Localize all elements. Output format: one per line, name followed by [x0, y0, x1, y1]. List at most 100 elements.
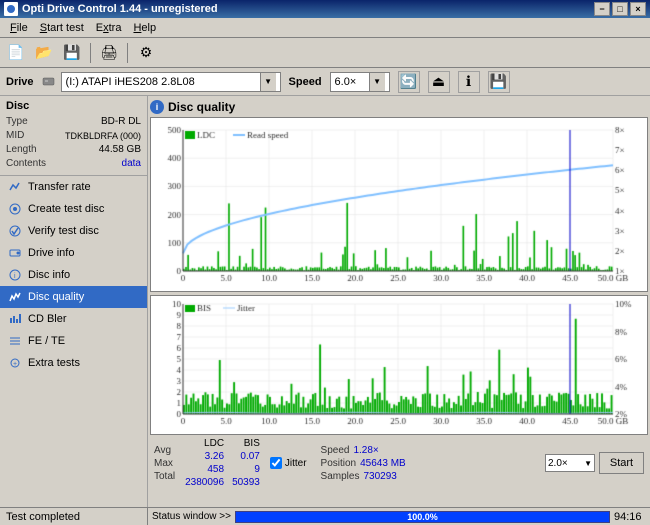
- disc-mid-row: MID TDKBLDRFA (000): [6, 129, 141, 143]
- cd-bler-icon: [8, 312, 22, 326]
- menu-extra[interactable]: Extra: [90, 20, 128, 36]
- info-button[interactable]: ℹ: [458, 71, 480, 93]
- refresh-button[interactable]: 🔄: [398, 71, 420, 93]
- disc-type-row: Type BD-R DL: [6, 115, 141, 129]
- transfer-rate-icon: [8, 180, 22, 194]
- sidebar-item-extra-tests[interactable]: + Extra tests: [0, 352, 147, 374]
- toolbar-open[interactable]: 📂: [32, 42, 56, 64]
- drive-info-icon: [8, 246, 22, 260]
- drive-selector[interactable]: (I:) ATAPI iHES208 2.8L08 ▼: [42, 72, 281, 92]
- disc-mid-label: MID: [6, 129, 24, 143]
- sidebar-label-fe-te: FE / TE: [28, 335, 65, 347]
- sidebar-item-cd-bler[interactable]: CD Bler: [0, 308, 147, 330]
- zoom-combo[interactable]: 2.0× ▼: [545, 454, 595, 472]
- chart-title: Disc quality: [168, 100, 235, 114]
- speed-position-col: Speed 1.28× Position 45643 MB Samples 73…: [321, 445, 406, 482]
- jitter-label: Jitter: [285, 458, 307, 469]
- disc-length-label: Length: [6, 143, 37, 157]
- toolbar-new[interactable]: 📄: [4, 42, 28, 64]
- sidebar-item-fe-te[interactable]: FE / TE: [0, 330, 147, 352]
- upper-chart: [150, 117, 648, 292]
- drive-value: (I:) ATAPI iHES208 2.8L08: [66, 76, 195, 88]
- window-controls: − □ ×: [594, 2, 646, 16]
- sidebar-item-transfer-rate[interactable]: Transfer rate: [0, 176, 147, 198]
- create-test-disc-icon: [8, 202, 22, 216]
- menu-file[interactable]: File: [4, 20, 34, 36]
- svg-text:i: i: [14, 273, 16, 280]
- disc-type-label: Type: [6, 115, 28, 129]
- window-title: Opti Drive Control 1.44 - unregistered: [22, 3, 218, 15]
- sidebar: Disc Type BD-R DL MID TDKBLDRFA (000) Le…: [0, 96, 148, 507]
- jitter-checkbox[interactable]: [270, 457, 282, 469]
- toolbar-separator: [90, 43, 91, 63]
- ldc-header: LDC: [204, 438, 224, 449]
- toolbar-separator2: [127, 43, 128, 63]
- bis-values: BIS 0.07 9 50393: [232, 438, 260, 488]
- toolbar-save[interactable]: 💾: [60, 42, 84, 64]
- speed-combo[interactable]: 6.0× ▼: [330, 72, 390, 92]
- stats-area: Avg Max Total LDC 3.26 458 2380096 BIS 0…: [150, 435, 648, 491]
- disc-contents-value[interactable]: data: [122, 157, 141, 171]
- speed-value: 6.0×: [335, 76, 357, 88]
- close-button[interactable]: ×: [630, 2, 646, 16]
- fe-te-icon: [8, 334, 22, 348]
- sidebar-label-extra-tests: Extra tests: [28, 357, 80, 369]
- sidebar-label-disc-quality: Disc quality: [28, 291, 84, 303]
- extra-tests-icon: +: [8, 356, 22, 370]
- zoom-value: 2.0×: [548, 458, 568, 469]
- menu-start-test[interactable]: Start test: [34, 20, 90, 36]
- stats-avg-label: Avg: [154, 445, 175, 456]
- sidebar-label-drive-info: Drive info: [28, 247, 74, 259]
- sidebar-item-verify-test-disc[interactable]: Verify test disc: [0, 220, 147, 242]
- ldc-total-value: 2380096: [185, 477, 224, 488]
- drive-combo-arrow[interactable]: ▼: [260, 73, 276, 91]
- sidebar-label-cd-bler: CD Bler: [28, 313, 67, 325]
- sidebar-label-create-test-disc: Create test disc: [28, 203, 104, 215]
- speed-combo-arrow[interactable]: ▼: [369, 73, 385, 91]
- test-completed-text: Test completed: [6, 511, 80, 523]
- disc-section-title: Disc: [6, 100, 141, 112]
- disc-mid-value: TDKBLDRFA (000): [65, 129, 141, 143]
- menu-bar: File Start test Extra Help: [0, 18, 650, 38]
- bis-avg-value: 0.07: [240, 451, 259, 462]
- sidebar-label-verify-test-disc: Verify test disc: [28, 225, 99, 237]
- chart-icon: i: [150, 100, 164, 114]
- maximize-button[interactable]: □: [612, 2, 628, 16]
- position-label: Position: [321, 458, 357, 469]
- sidebar-item-disc-quality[interactable]: Disc quality: [0, 286, 147, 308]
- toolbar-print[interactable]: 🖨: [97, 42, 121, 64]
- ldc-avg-value: 3.26: [205, 451, 224, 462]
- stats-total-label: Total: [154, 471, 175, 482]
- menu-help[interactable]: Help: [127, 20, 162, 36]
- drive-combo[interactable]: (I:) ATAPI iHES208 2.8L08 ▼: [61, 72, 281, 92]
- sidebar-item-drive-info[interactable]: Drive info: [0, 242, 147, 264]
- ldc-max-value: 458: [207, 464, 224, 475]
- disc-contents-row: Contents data: [6, 157, 141, 171]
- status-bar: Test completed Status window >> 100.0% 9…: [0, 507, 650, 525]
- toolbar-settings[interactable]: ⚙: [134, 42, 158, 64]
- status-window-btn[interactable]: Status window >>: [152, 511, 231, 522]
- title-bar: Opti Drive Control 1.44 - unregistered −…: [0, 0, 650, 18]
- samples-value: 730293: [363, 471, 396, 482]
- sidebar-item-create-test-disc[interactable]: Create test disc: [0, 198, 147, 220]
- disc-length-row: Length 44.58 GB: [6, 143, 141, 157]
- drive-icon: [42, 75, 56, 89]
- samples-row: Samples 730293: [321, 471, 406, 482]
- minimize-button[interactable]: −: [594, 2, 610, 16]
- eject-button[interactable]: ⏏: [428, 71, 450, 93]
- start-button[interactable]: Start: [599, 452, 644, 474]
- sidebar-item-disc-info[interactable]: i Disc info: [0, 264, 147, 286]
- disc-info-icon: i: [8, 268, 22, 282]
- status-right: Status window >> 100.0% 94:16: [148, 511, 650, 523]
- lower-chart: [150, 295, 648, 435]
- samples-label: Samples: [321, 471, 360, 482]
- sidebar-menu: Transfer rate Create test disc Verify te…: [0, 176, 147, 507]
- drive-label: Drive: [6, 76, 34, 88]
- save-image-button[interactable]: 💾: [488, 71, 510, 93]
- status-left: Test completed: [0, 508, 148, 525]
- stats-labels-col: Avg Max Total: [154, 445, 175, 482]
- sidebar-label-disc-info: Disc info: [28, 269, 70, 281]
- disc-contents-label: Contents: [6, 157, 46, 171]
- chart-area: i Disc quality Avg Max Total LDC 3.26 45…: [148, 96, 650, 507]
- speed-stat-label: Speed: [321, 445, 350, 456]
